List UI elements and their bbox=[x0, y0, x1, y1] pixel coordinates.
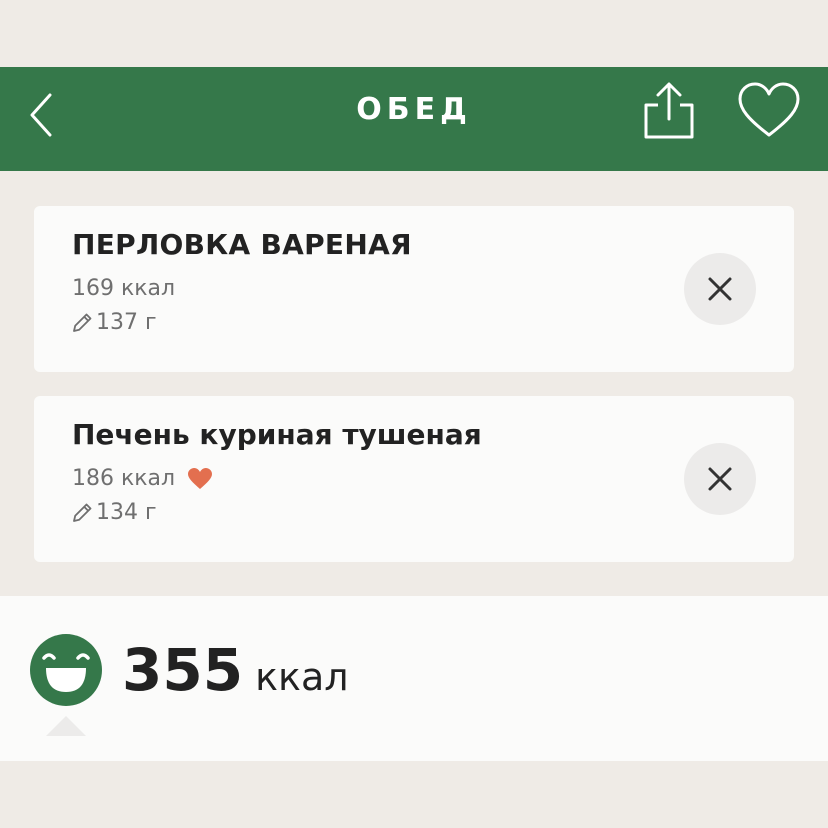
close-icon bbox=[708, 467, 732, 491]
app-header: ОБЕД bbox=[0, 67, 828, 171]
total-calories-unit: ккал bbox=[255, 655, 349, 699]
food-item-card[interactable]: ПЕРЛОВКА ВАРЕНАЯ 169 ккал 137 г bbox=[34, 206, 794, 372]
food-item-weight[interactable]: 137 г bbox=[70, 310, 157, 335]
heart-filled-icon bbox=[188, 467, 213, 489]
pencil-icon bbox=[73, 503, 92, 522]
total-calories: 355 ккал bbox=[122, 634, 349, 706]
food-item-calories-text: 169 ккал bbox=[72, 276, 176, 301]
food-item-weight[interactable]: 134 г bbox=[70, 500, 157, 525]
mood-badge[interactable] bbox=[30, 634, 102, 706]
food-item-calories: 186 ккал bbox=[72, 466, 213, 491]
chevron-left-icon bbox=[30, 93, 52, 137]
share-button[interactable] bbox=[638, 79, 700, 143]
pencil-icon bbox=[73, 313, 92, 332]
meal-screen: ОБЕД ПЕРЛОВКА ВАРЕНАЯ 169 ккал 137 г Печ… bbox=[0, 0, 828, 828]
mood-pointer bbox=[46, 716, 86, 736]
heart-outline-icon bbox=[738, 82, 800, 137]
share-icon bbox=[644, 82, 694, 139]
food-item-calories-text: 186 ккал bbox=[72, 466, 176, 491]
page-title: ОБЕД bbox=[356, 92, 472, 127]
food-item-name: Печень куриная тушеная bbox=[72, 418, 482, 451]
close-icon bbox=[708, 277, 732, 301]
smiley-face-icon bbox=[42, 653, 90, 692]
food-item-weight-text: 134 г bbox=[96, 500, 157, 525]
food-item-card[interactable]: Печень куриная тушеная 186 ккал 134 г bbox=[34, 396, 794, 562]
total-calories-value: 355 bbox=[122, 636, 244, 704]
food-item-calories: 169 ккал bbox=[72, 276, 175, 301]
food-item-name: ПЕРЛОВКА ВАРЕНАЯ bbox=[72, 228, 412, 261]
back-button[interactable] bbox=[22, 89, 62, 149]
remove-item-button[interactable] bbox=[684, 443, 756, 515]
remove-item-button[interactable] bbox=[684, 253, 756, 325]
food-item-weight-text: 137 г bbox=[96, 310, 157, 335]
favorite-button[interactable] bbox=[736, 81, 802, 141]
calorie-summary: 355 ккал bbox=[0, 596, 828, 761]
